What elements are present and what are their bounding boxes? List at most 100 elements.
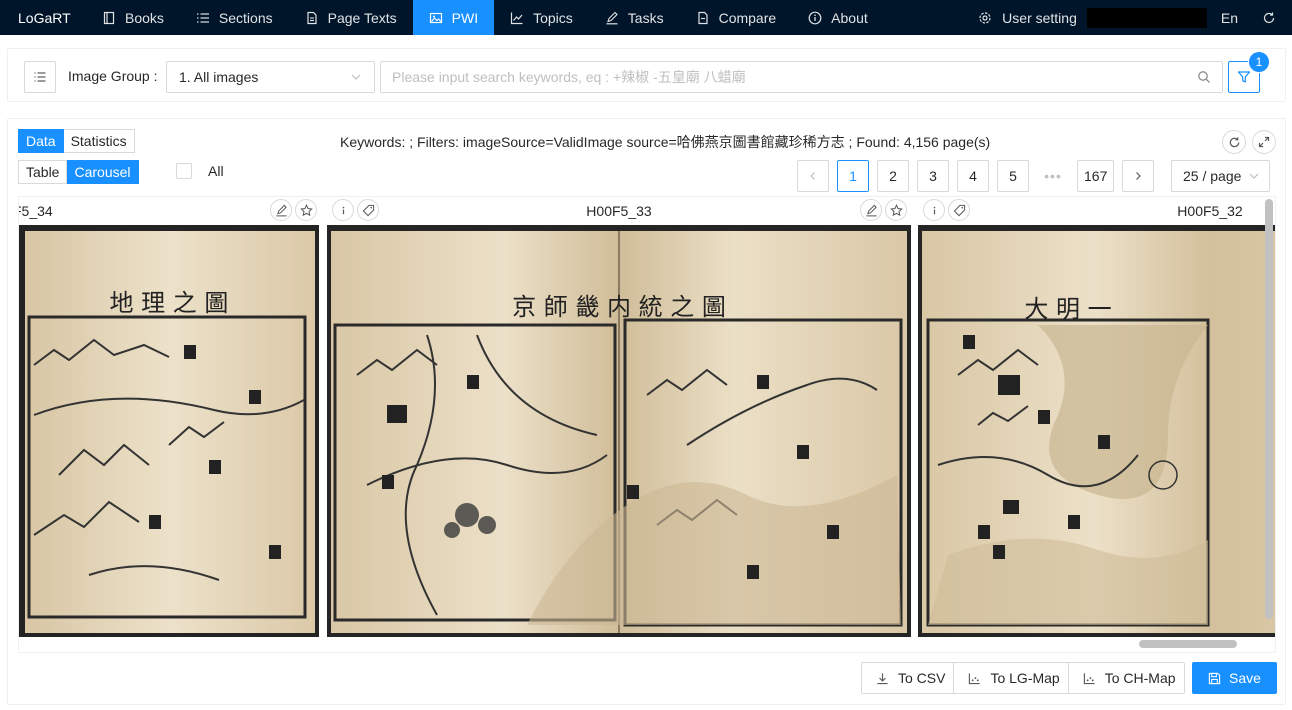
page-heading: 京 師 畿 内 統 之 圖 (512, 293, 726, 321)
next-page-button[interactable] (1122, 160, 1155, 192)
carousel-card: H00F5_33 京 師 畿 内 統 之 圖 (327, 197, 911, 637)
tab-data[interactable]: Data (18, 129, 64, 153)
nav-topics-label: Topics (533, 9, 573, 26)
filter-icon (1237, 71, 1251, 83)
edit-icon (865, 204, 877, 216)
data-statistics-switch: Data Statistics (18, 129, 135, 153)
reload-icon[interactable] (1262, 11, 1276, 25)
nav-compare-label: Compare (718, 9, 777, 26)
view-carousel[interactable]: Carousel (67, 160, 139, 184)
export-buttons: To CSV To LG-Map To CH-Map (861, 662, 1185, 694)
edit-button[interactable] (270, 199, 292, 221)
nav-sections[interactable]: Sections (180, 0, 289, 35)
user-setting-label: User setting (1002, 9, 1077, 26)
page-ellipsis[interactable]: ••• (1037, 160, 1069, 192)
dot-chart-icon (1083, 672, 1095, 684)
card-title: H00F5_34 (19, 203, 53, 219)
card-title: H00F5_33 (586, 203, 652, 219)
nav-books[interactable]: Books (86, 0, 180, 35)
prev-page-button[interactable] (797, 160, 829, 192)
search-icon[interactable] (1197, 70, 1211, 84)
image-group-label: Image Group : (68, 68, 158, 84)
map-scan-illustration: 地 理 之 圖 (19, 225, 319, 637)
star-button[interactable] (295, 199, 317, 221)
page-size-value: 25 / page (1183, 168, 1242, 184)
image-carousel[interactable]: H00F5_34 地 理 之 圖 (18, 196, 1276, 653)
image-group-select[interactable]: 1. All images (166, 61, 375, 93)
chevron-left-icon (810, 172, 815, 180)
page-1[interactable]: 1 (837, 160, 869, 192)
carousel-card: H00F5_32 大 明 一 (918, 197, 1275, 637)
dot-chart-icon (969, 672, 981, 684)
search-summary: Keywords: ; Filters: imageSource=ValidIm… (340, 134, 991, 150)
search-placeholder: Please input search keywords, eq : +辣椒 -… (392, 69, 746, 85)
nav-topics[interactable]: Topics (494, 0, 589, 35)
page-heading: 地 理 之 圖 (110, 289, 229, 317)
horizontal-scrollbar[interactable] (1139, 640, 1237, 648)
page-scan-image[interactable]: 京 師 畿 内 統 之 圖 (327, 225, 911, 637)
search-input[interactable]: Please input search keywords, eq : +辣椒 -… (380, 61, 1223, 93)
list-icon (196, 12, 209, 23)
reload-icon (1229, 136, 1239, 147)
top-nav: LoGaRT Books Sections Page Texts PWI Top… (0, 0, 1292, 35)
nav-about-label: About (831, 9, 868, 26)
page-last[interactable]: 167 (1077, 160, 1115, 192)
info-circle-icon (808, 11, 822, 24)
file-compare-icon (697, 11, 708, 24)
edit-icon (275, 204, 287, 216)
star-button[interactable] (885, 199, 907, 221)
nav-tasks-label: Tasks (627, 9, 664, 26)
nav-page-texts[interactable]: Page Texts (289, 0, 413, 35)
nav-tasks[interactable]: Tasks (589, 0, 680, 35)
chevron-down-icon (351, 74, 361, 80)
star-icon (299, 203, 313, 216)
expand-icon (1258, 136, 1270, 148)
select-all-checkbox[interactable] (176, 163, 192, 179)
edit-button[interactable] (860, 199, 882, 221)
nav-sections-label: Sections (218, 9, 273, 26)
book-icon (103, 11, 115, 24)
view-table[interactable]: Table (18, 160, 68, 184)
page-2[interactable]: 2 (877, 160, 909, 192)
star-icon (889, 203, 903, 216)
user-name-redacted[interactable] (1086, 7, 1207, 28)
pagination: 1 2 3 4 5 ••• 167 (797, 160, 1155, 192)
line-chart-icon (510, 12, 523, 24)
chevron-down-icon (1249, 173, 1259, 179)
nav-page-texts-label: Page Texts (327, 9, 397, 26)
page-4[interactable]: 4 (957, 160, 989, 192)
page-5[interactable]: 5 (997, 160, 1029, 192)
search-panel: Image Group : 1. All images Please input… (7, 48, 1286, 102)
page-scan-image[interactable]: 地 理 之 圖 (19, 225, 319, 637)
nav-books-label: Books (125, 9, 164, 26)
results-panel: Data Statistics Table Carousel All Keywo… (7, 118, 1286, 705)
to-lg-map-button[interactable]: To LG-Map (954, 662, 1069, 694)
to-ch-map-button[interactable]: To CH-Map (1068, 662, 1185, 694)
to-csv-button[interactable]: To CSV (861, 662, 955, 694)
carousel-card: H00F5_34 地 理 之 圖 (19, 197, 321, 637)
refresh-button[interactable] (1222, 130, 1246, 154)
save-button[interactable]: Save (1192, 662, 1277, 694)
card-title: H00F5_32 (1177, 203, 1243, 219)
edit-icon (606, 11, 618, 24)
page-size-select[interactable]: 25 / page (1171, 160, 1270, 192)
select-all[interactable]: All (176, 163, 224, 179)
user-setting-menu[interactable]: User setting (968, 10, 1087, 26)
tab-statistics[interactable]: Statistics (63, 129, 135, 153)
nav-about[interactable]: About (792, 0, 884, 35)
nav-compare[interactable]: Compare (680, 0, 793, 35)
menu-toggle-button[interactable] (24, 61, 56, 93)
fullscreen-button[interactable] (1252, 130, 1276, 154)
language-switch[interactable]: En (1221, 10, 1262, 26)
to-csv-label: To CSV (898, 670, 946, 686)
page-3[interactable]: 3 (917, 160, 949, 192)
map-scan-illustration: 大 明 一 (918, 225, 1275, 637)
gear-icon (979, 11, 991, 24)
nav-pwi[interactable]: PWI (412, 0, 495, 35)
image-group-value: 1. All images (179, 69, 259, 85)
brand-logo[interactable]: LoGaRT (0, 0, 86, 35)
vertical-scrollbar[interactable] (1265, 199, 1273, 619)
page-scan-image[interactable]: 大 明 一 (918, 225, 1275, 637)
unordered-list-icon (34, 72, 46, 82)
picture-icon (429, 12, 442, 23)
